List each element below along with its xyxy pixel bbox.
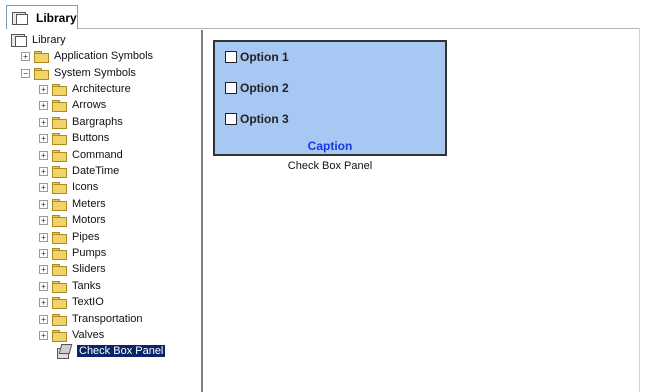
tab-library[interactable]: Library bbox=[6, 5, 78, 29]
tree-item-label: Sliders bbox=[72, 263, 106, 275]
tree-item-label: Bargraphs bbox=[72, 116, 123, 128]
tree-item-arrows[interactable]: + Arrows bbox=[39, 97, 106, 113]
folder-icon bbox=[52, 198, 67, 211]
tab-divider bbox=[78, 28, 640, 29]
tree-item-buttons[interactable]: + Buttons bbox=[39, 130, 109, 146]
tree-item-selected-label: Check Box Panel bbox=[77, 345, 166, 357]
checkbox-icon[interactable] bbox=[225, 113, 237, 125]
tree-item-tanks[interactable]: + Tanks bbox=[39, 278, 101, 294]
tree-item-motors[interactable]: + Motors bbox=[39, 212, 106, 228]
library-icon bbox=[11, 33, 27, 47]
folder-icon bbox=[34, 50, 49, 63]
option-2[interactable]: Option 2 bbox=[225, 81, 289, 95]
expand-icon[interactable]: + bbox=[39, 264, 48, 274]
tree-item-label: Meters bbox=[72, 198, 106, 210]
expand-icon[interactable]: + bbox=[39, 281, 48, 291]
expand-icon[interactable]: + bbox=[39, 232, 48, 242]
folder-icon bbox=[52, 329, 67, 342]
tree-item-pumps[interactable]: + Pumps bbox=[39, 245, 106, 261]
tree-item-textio[interactable]: + TextIO bbox=[39, 294, 104, 310]
pane-border bbox=[639, 28, 640, 392]
tree-item-icons[interactable]: + Icons bbox=[39, 179, 98, 195]
tree-item-valves[interactable]: + Valves bbox=[39, 327, 104, 343]
panel-caption: Caption bbox=[307, 139, 353, 153]
folder-icon bbox=[52, 231, 67, 244]
expand-icon[interactable]: + bbox=[39, 330, 48, 340]
folder-icon bbox=[52, 149, 67, 162]
expand-icon[interactable]: + bbox=[39, 117, 48, 127]
folder-icon bbox=[52, 132, 67, 145]
symbol-icon bbox=[56, 344, 73, 359]
expand-icon[interactable]: + bbox=[39, 84, 48, 94]
tree-item-transportation[interactable]: + Transportation bbox=[39, 311, 143, 327]
expand-icon[interactable]: + bbox=[39, 314, 48, 324]
tree-item-pipes[interactable]: + Pipes bbox=[39, 229, 100, 245]
expand-icon[interactable]: + bbox=[39, 166, 48, 176]
tree-item-application-symbols[interactable]: + Application Symbols bbox=[21, 48, 153, 64]
preview-name-label: Check Box Panel bbox=[287, 160, 373, 172]
option-label: Option 3 bbox=[240, 112, 289, 126]
tree-item-bargraphs[interactable]: + Bargraphs bbox=[39, 114, 123, 130]
option-label: Option 1 bbox=[240, 50, 289, 64]
tree-item-label: Valves bbox=[72, 329, 105, 341]
expand-icon[interactable]: + bbox=[39, 199, 48, 209]
folder-icon bbox=[52, 116, 67, 129]
tree-item-label: Transportation bbox=[72, 313, 143, 325]
expand-icon[interactable]: + bbox=[21, 51, 30, 61]
folder-open-icon bbox=[34, 67, 49, 80]
tree-item-label: Architecture bbox=[72, 83, 131, 95]
collapse-icon[interactable]: − bbox=[21, 68, 30, 78]
expand-icon[interactable]: + bbox=[39, 248, 48, 258]
folder-icon bbox=[52, 99, 67, 112]
tree-item-label: Pumps bbox=[72, 247, 107, 259]
tree-item-label: TextIO bbox=[72, 296, 104, 308]
tree-root-label: Library bbox=[32, 34, 66, 46]
expand-icon[interactable]: + bbox=[39, 182, 48, 192]
folder-icon bbox=[52, 280, 67, 293]
tree-item-label: Command bbox=[72, 149, 123, 161]
tree-item-datetime[interactable]: + DateTime bbox=[39, 163, 119, 179]
checkbox-icon[interactable] bbox=[225, 82, 237, 94]
expand-icon[interactable]: + bbox=[39, 133, 48, 143]
tree-item-label: Buttons bbox=[72, 132, 110, 144]
tree-item-architecture[interactable]: + Architecture bbox=[39, 81, 131, 97]
tree-item-label: Icons bbox=[72, 181, 99, 193]
tab-bar: Library bbox=[0, 0, 646, 30]
tab-library-label: Library bbox=[36, 10, 77, 25]
library-icon bbox=[12, 11, 28, 25]
option-1[interactable]: Option 1 bbox=[225, 50, 289, 64]
folder-icon bbox=[52, 313, 67, 326]
folder-icon bbox=[52, 181, 67, 194]
tree-item-label: DateTime bbox=[72, 165, 120, 177]
option-label: Option 2 bbox=[240, 81, 289, 95]
expand-icon[interactable]: + bbox=[39, 297, 48, 307]
expand-icon[interactable]: + bbox=[39, 215, 48, 225]
tree-root-library[interactable]: Library bbox=[11, 32, 66, 48]
expand-icon[interactable]: + bbox=[39, 150, 48, 160]
folder-icon bbox=[52, 263, 67, 276]
option-3[interactable]: Option 3 bbox=[225, 112, 289, 126]
tree-item-label: Application Symbols bbox=[54, 50, 154, 62]
checkbox-icon[interactable] bbox=[225, 51, 237, 63]
folder-icon bbox=[52, 165, 67, 178]
library-tree[interactable]: Library + Application Symbols − System S… bbox=[5, 30, 203, 392]
tree-item-sliders[interactable]: + Sliders bbox=[39, 261, 106, 277]
tree-item-label: Pipes bbox=[72, 231, 100, 243]
folder-icon bbox=[52, 296, 67, 309]
folder-icon bbox=[52, 83, 67, 96]
folder-icon bbox=[52, 214, 67, 227]
tree-item-label: Tanks bbox=[72, 280, 101, 292]
tree-item-label: Arrows bbox=[72, 99, 107, 111]
tree-item-meters[interactable]: + Meters bbox=[39, 196, 106, 212]
folder-icon bbox=[52, 247, 67, 260]
tree-item-command[interactable]: + Command bbox=[39, 147, 123, 163]
tree-item-check-box-panel[interactable]: Check Box Panel bbox=[56, 343, 166, 359]
tree-item-label: Motors bbox=[72, 214, 106, 226]
tree-item-label: System Symbols bbox=[54, 67, 136, 79]
tree-item-system-symbols[interactable]: − System Symbols bbox=[21, 65, 136, 81]
expand-icon[interactable]: + bbox=[39, 100, 48, 110]
check-box-panel-preview[interactable]: Option 1 Option 2 Option 3 Caption bbox=[213, 40, 447, 156]
